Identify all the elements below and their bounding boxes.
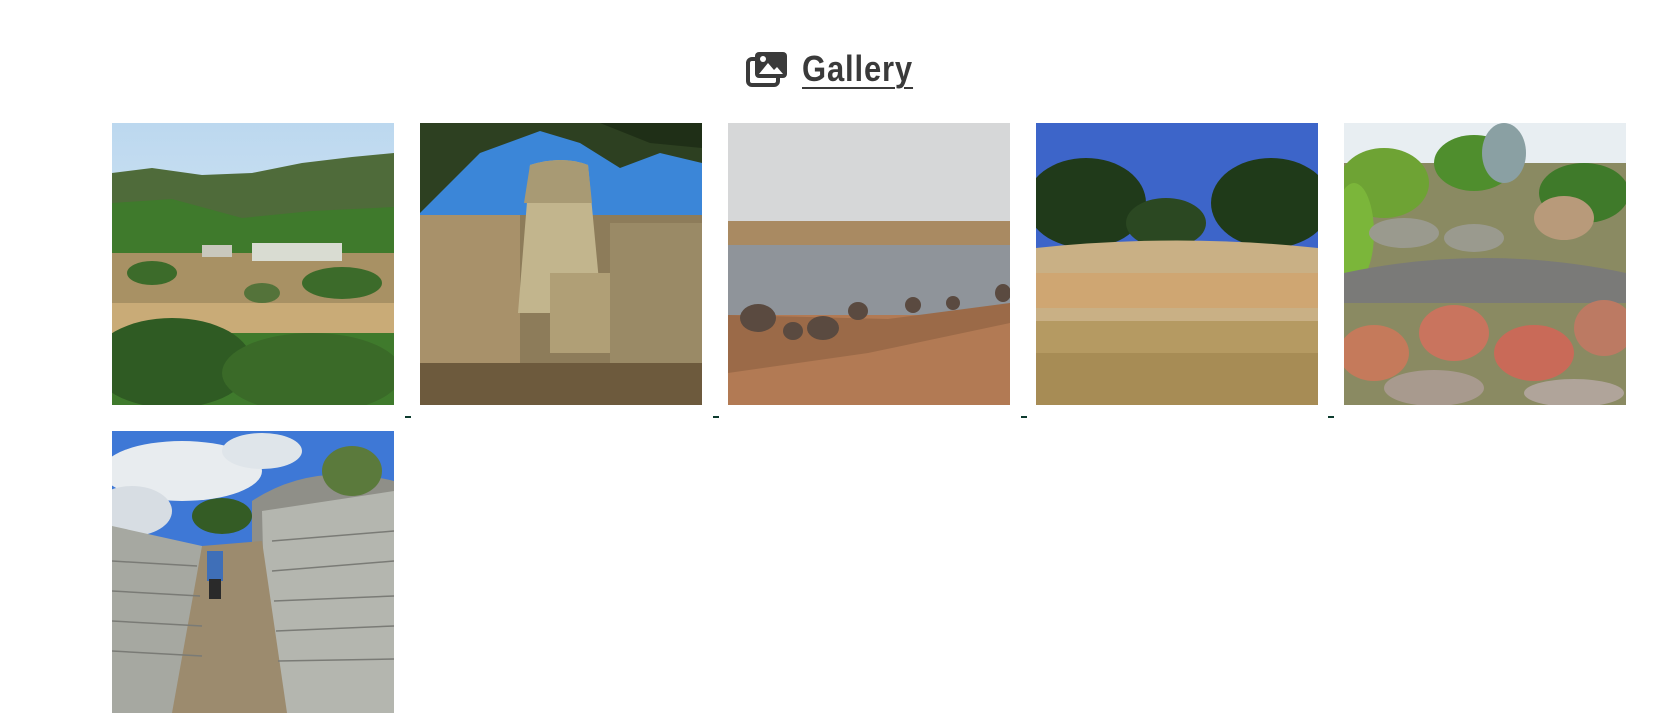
tower-photo — [420, 123, 702, 405]
gallery-item-6[interactable] — [112, 431, 394, 713]
gallery-item-5[interactable] — [1344, 123, 1626, 405]
landscape-photo — [112, 123, 394, 405]
gallery-title-link[interactable]: Gallery — [802, 48, 913, 90]
stone-passage-photo — [112, 431, 394, 713]
link-marker — [1021, 416, 1027, 418]
gallery-grid — [112, 123, 1632, 713]
gallery-heading: Gallery — [0, 48, 1677, 90]
gallery-item-4[interactable] — [1036, 123, 1318, 405]
gallery-item-1[interactable] — [112, 123, 394, 405]
wall-photo — [1036, 123, 1318, 405]
boulders-photo — [1344, 123, 1626, 405]
gallery-item-3[interactable] — [728, 123, 1010, 405]
photo-library-icon — [745, 51, 788, 87]
elephants-photo — [728, 123, 1010, 405]
link-marker — [1328, 416, 1334, 418]
gallery-item-2[interactable] — [420, 123, 702, 405]
link-marker — [713, 416, 719, 418]
link-marker — [405, 416, 411, 418]
